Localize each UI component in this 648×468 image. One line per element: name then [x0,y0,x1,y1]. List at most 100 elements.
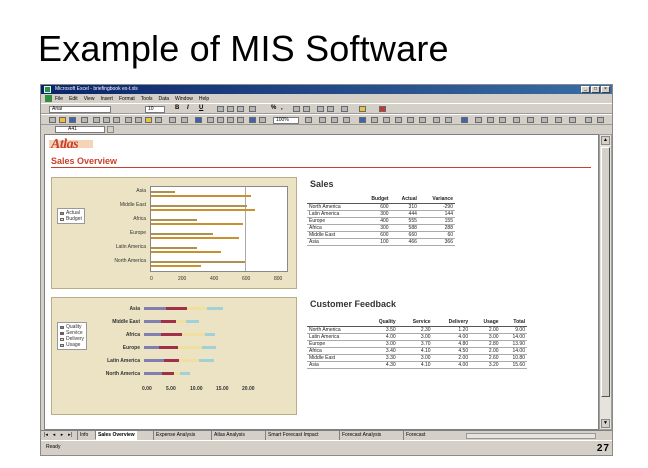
new-icon[interactable] [49,117,56,123]
first-sheet-icon[interactable]: |◂ [43,432,49,439]
worksheet[interactable]: Atlas Sales Overview Actual Budget Asia … [44,134,599,430]
zoom-select[interactable]: 100% [273,117,299,124]
menu-edit[interactable]: Edit [69,96,78,102]
menu-view[interactable]: View [84,96,95,102]
toolbar-icon-u[interactable] [585,117,592,123]
email-icon[interactable] [81,117,88,123]
tab-info[interactable]: Info [77,431,90,440]
toolbar-icon-g[interactable] [395,117,402,123]
sort-descending-icon[interactable] [237,117,244,123]
menu-help[interactable]: Help [199,96,209,102]
tab-forecast[interactable]: Forecast [403,431,427,440]
print-preview-icon[interactable] [103,117,110,123]
help-icon[interactable] [305,117,312,123]
copy-icon[interactable] [135,117,142,123]
tab-expense-analysis[interactable]: Expense Analysis [153,431,197,440]
increase-decimal-icon[interactable] [293,106,300,112]
menu-insert[interactable]: Insert [100,96,113,102]
spelling-icon[interactable] [113,117,120,123]
font-color-icon[interactable] [379,106,386,112]
undo-icon[interactable] [169,117,176,123]
toolbar-icon-k[interactable] [445,117,452,123]
prev-sheet-icon[interactable]: ◂ [51,432,57,439]
sales-chart[interactable]: Actual Budget Asia Middle East Africa Eu… [51,177,297,289]
save-icon[interactable] [69,117,76,123]
open-icon[interactable] [59,117,66,123]
next-sheet-icon[interactable]: ▸ [59,432,65,439]
table-cell: 4.00 [364,333,398,341]
fill-color-icon[interactable] [359,106,366,112]
redo-icon[interactable] [181,117,188,123]
table-cell: 310 [390,203,419,211]
borders-icon[interactable] [341,106,348,112]
menu-data[interactable]: Data [158,96,169,102]
toolbar-icon-e[interactable] [371,117,378,123]
name-box[interactable]: A41 [55,126,105,133]
autosum-icon[interactable] [207,117,214,123]
percent-button[interactable]: % [271,105,276,111]
scroll-up-icon[interactable]: ▲ [601,136,610,145]
font-name-select[interactable]: Arial [49,106,111,113]
function-icon[interactable] [217,117,224,123]
underline-button[interactable]: U [199,105,203,111]
toolbar-icon-t[interactable] [569,117,576,123]
toolbar-icon-m[interactable] [475,117,482,123]
menu-window[interactable]: Window [175,96,193,102]
toolbar-icon-d[interactable] [359,117,366,123]
toolbar-icon-c[interactable] [343,117,350,123]
vertical-scrollbar[interactable]: ▲ ▼ [599,134,612,430]
bar-actual-europe [151,237,239,239]
comma-button[interactable]: , [281,105,283,111]
hyperlink-icon[interactable] [195,117,202,123]
maximize-button[interactable]: □ [591,86,600,93]
tab-smart-forecast-impact[interactable]: Smart Forecast Impact [265,431,321,440]
menu-tools[interactable]: Tools [141,96,153,102]
format-painter-icon[interactable] [155,117,162,123]
toolbar-icon-v[interactable] [597,117,604,123]
increase-indent-icon[interactable] [327,106,334,112]
sort-ascending-icon[interactable] [227,117,234,123]
toolbar-icon-i[interactable] [419,117,426,123]
italic-button[interactable]: I [187,105,189,111]
toolbar-icon-l[interactable] [461,117,468,123]
tab-sales-overview[interactable]: Sales Overview [95,431,137,440]
menu-file[interactable]: File [55,96,63,102]
formula-dropdown-icon[interactable] [107,126,114,133]
toolbar-icon-f[interactable] [383,117,390,123]
toolbar-icon-h[interactable] [407,117,414,123]
toolbar-icon-s[interactable] [555,117,562,123]
close-button[interactable]: × [601,86,610,93]
tab-forecast-analysis[interactable]: Forecast Analysis [339,431,383,440]
horizontal-scrollbar[interactable] [466,433,596,439]
toolbar-icon-n[interactable] [487,117,494,123]
feedback-chart[interactable]: Quality Service Delivery Usage Asia Midd… [51,297,297,415]
tab-atlas-analysis[interactable]: Atlas Analysis [211,431,247,440]
cut-icon[interactable] [125,117,132,123]
align-left-icon[interactable] [217,106,224,112]
bold-button[interactable]: B [175,105,179,111]
toolbar-icon-q[interactable] [527,117,534,123]
toolbar-icon-j[interactable] [433,117,440,123]
chart-wizard-icon[interactable] [249,117,256,123]
align-right-icon[interactable] [237,106,244,112]
toolbar-icon-r[interactable] [541,117,548,123]
drawing-icon[interactable] [259,117,266,123]
menu-format[interactable]: Format [119,96,135,102]
font-size-select[interactable]: 10 [145,106,165,113]
minimize-button[interactable]: _ [581,86,590,93]
merge-center-icon[interactable] [249,106,256,112]
toolbar-icon-o[interactable] [499,117,506,123]
workbook-icon[interactable] [45,95,52,102]
decrease-decimal-icon[interactable] [303,106,310,112]
toolbar-icon-p[interactable] [513,117,520,123]
paste-icon[interactable] [145,117,152,123]
scroll-thumb[interactable] [601,147,610,397]
print-icon[interactable] [93,117,100,123]
decrease-indent-icon[interactable] [317,106,324,112]
align-center-icon[interactable] [227,106,234,112]
toolbar-icon-a[interactable] [319,117,326,123]
scroll-down-icon[interactable]: ▼ [601,419,610,428]
toolbar-icon-b[interactable] [331,117,338,123]
last-sheet-icon[interactable]: ▸| [67,432,73,439]
category-label: Asia [136,188,146,194]
